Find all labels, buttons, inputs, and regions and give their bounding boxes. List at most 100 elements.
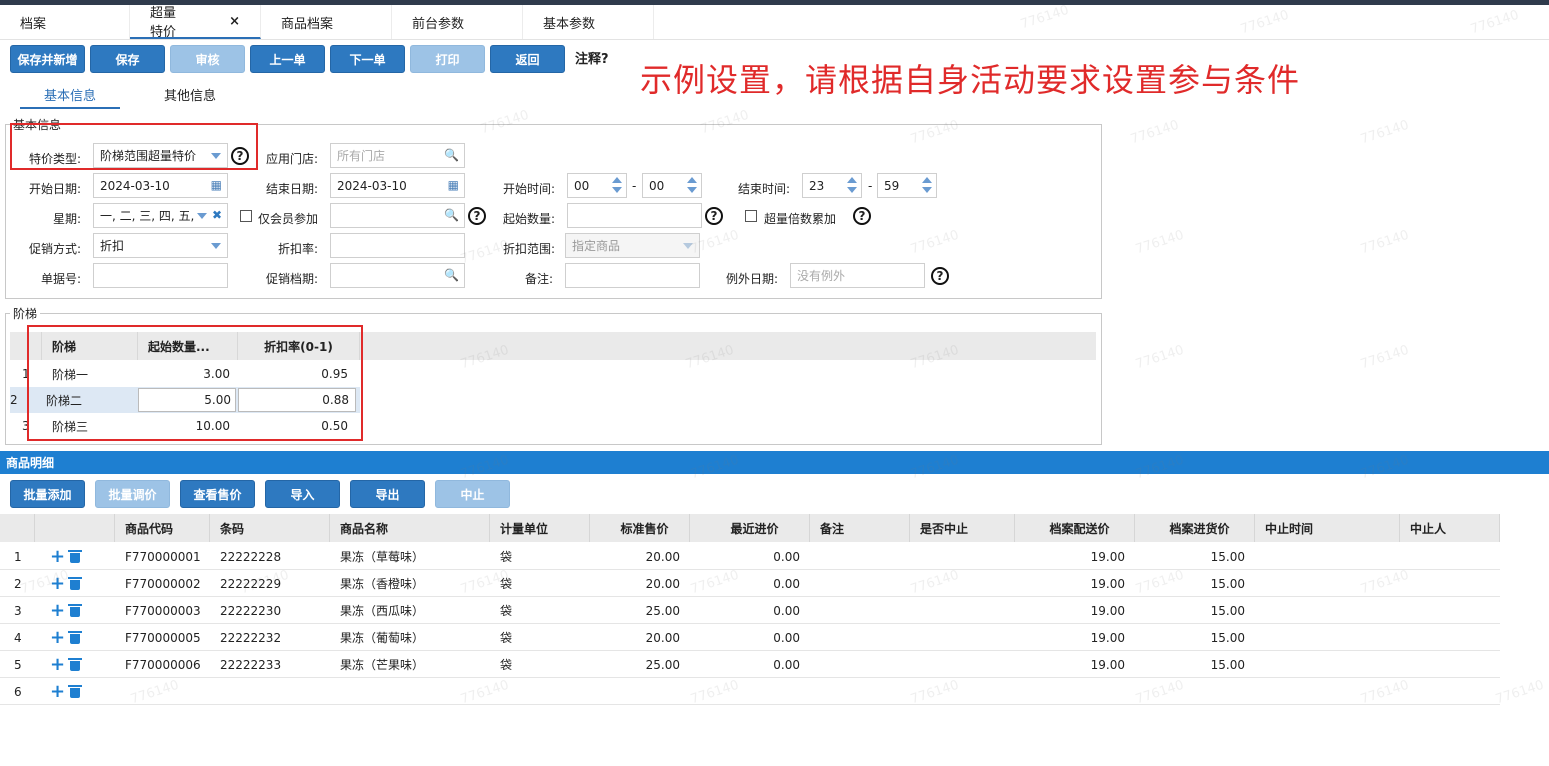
add-row-icon[interactable]: + <box>50 543 65 570</box>
calendar-icon[interactable]: ▦ <box>448 178 459 192</box>
goods-cell-buy[interactable]: 15.00 <box>1135 543 1245 570</box>
start-hour-stepper[interactable]: 00 <box>567 173 627 198</box>
discount-range-select[interactable]: 指定商品 <box>565 233 700 258</box>
goods-cell-code[interactable]: F770000003 <box>125 597 210 624</box>
add-row-icon[interactable]: + <box>50 651 65 678</box>
end-date-input[interactable]: 2024-03-10 ▦ <box>330 173 465 198</box>
store-input[interactable]: 所有门店 🔍 <box>330 143 465 168</box>
goods-cell-dist[interactable]: 19.00 <box>1015 543 1125 570</box>
goods-header-buy-price[interactable]: 档案进货价 <box>1135 514 1255 542</box>
goods-row[interactable]: 1 F770000001 22222228 果冻（草莓味） 袋 20.00 0.00 19.0… <box>0 543 1500 570</box>
delete-row-icon[interactable] <box>68 597 82 624</box>
subtab-other[interactable]: 其他信息 <box>150 85 230 109</box>
goods-cell-barcode[interactable]: 22222233 <box>220 651 320 678</box>
goods-header-last-price[interactable]: 最近进价 <box>690 514 810 542</box>
promo-period-input[interactable]: 🔍 <box>330 263 465 288</box>
add-row-icon[interactable]: + <box>50 624 65 651</box>
remark-input[interactable] <box>565 263 700 288</box>
goods-cell-buy[interactable]: 15.00 <box>1135 624 1245 651</box>
audit-button[interactable]: 审核 <box>170 45 245 73</box>
view-price-button[interactable]: 查看售价 <box>180 480 255 508</box>
multi-accumulate-checkbox[interactable] <box>745 210 757 222</box>
goods-row[interactable]: 2 F770000002 22222229 果冻（香橙味） 袋 20.00 0.00 19.0… <box>0 570 1500 597</box>
subtab-basic[interactable]: 基本信息 <box>20 85 120 109</box>
help-icon[interactable]: ? <box>705 207 723 225</box>
goods-cell-unit[interactable]: 袋 <box>500 597 580 624</box>
goods-cell-unit[interactable]: 袋 <box>500 651 580 678</box>
start-date-input[interactable]: 2024-03-10 ▦ <box>93 173 228 198</box>
export-button[interactable]: 导出 <box>350 480 425 508</box>
goods-cell-unit[interactable]: 袋 <box>500 624 580 651</box>
start-qty-input[interactable] <box>567 203 702 228</box>
promo-method-select[interactable]: 折扣 <box>93 233 228 258</box>
weekday-select[interactable]: 一, 二, 三, 四, 五, ✖ <box>93 203 228 228</box>
spinner-icon[interactable] <box>922 175 934 196</box>
goods-header-barcode[interactable]: 条码 <box>210 514 330 542</box>
goods-row[interactable]: 3 F770000003 22222230 果冻（西瓜味） 袋 25.00 0.00 19.0… <box>0 597 1500 624</box>
end-min-stepper[interactable]: 59 <box>877 173 937 198</box>
goods-cell-std[interactable]: 25.00 <box>590 651 680 678</box>
goods-cell-name[interactable]: 果冻（草莓味） <box>340 543 490 570</box>
tab-overqty-special[interactable]: 超量特价 × <box>130 5 261 40</box>
member-input[interactable]: 🔍 <box>330 203 465 228</box>
delete-row-icon[interactable] <box>68 624 82 651</box>
goods-cell-last[interactable]: 0.00 <box>690 651 800 678</box>
goods-row[interactable]: 5 F770000006 22222233 果冻（芒果味） 袋 25.00 0.00 19.0… <box>0 651 1500 678</box>
calendar-icon[interactable]: ▦ <box>211 178 222 192</box>
goods-cell-barcode[interactable]: 22222232 <box>220 624 320 651</box>
goods-cell-barcode[interactable]: 22222229 <box>220 570 320 597</box>
search-icon[interactable]: 🔍 <box>444 268 459 282</box>
delete-row-icon[interactable] <box>68 543 82 570</box>
start-min-stepper[interactable]: 00 <box>642 173 702 198</box>
goods-header-std-price[interactable]: 标准售价 <box>590 514 690 542</box>
stop-button[interactable]: 中止 <box>435 480 510 508</box>
goods-cell-buy[interactable]: 15.00 <box>1135 651 1245 678</box>
goods-cell-unit[interactable]: 袋 <box>500 543 580 570</box>
goods-cell-code[interactable]: F770000005 <box>125 624 210 651</box>
spinner-icon[interactable] <box>847 175 859 196</box>
goods-cell-last[interactable]: 0.00 <box>690 570 800 597</box>
tab-front-params[interactable]: 前台参数 <box>392 5 523 39</box>
goods-cell-name[interactable]: 果冻（葡萄味） <box>340 624 490 651</box>
goods-cell-dist[interactable]: 19.00 <box>1015 570 1125 597</box>
goods-header-code[interactable]: 商品代码 <box>115 514 210 542</box>
goods-cell-dist[interactable]: 19.00 <box>1015 597 1125 624</box>
goods-header-stop-time[interactable]: 中止时间 <box>1255 514 1400 542</box>
goods-cell-name[interactable]: 果冻（芒果味） <box>340 651 490 678</box>
goods-cell-std[interactable]: 25.00 <box>590 597 680 624</box>
goods-cell-name[interactable]: 果冻（香橙味） <box>340 570 490 597</box>
add-row-icon[interactable]: + <box>50 570 65 597</box>
add-row-icon[interactable]: + <box>50 678 65 705</box>
goods-cell-std[interactable]: 20.00 <box>590 570 680 597</box>
clear-icon[interactable]: ✖ <box>212 208 222 222</box>
goods-cell-std[interactable]: 20.00 <box>590 624 680 651</box>
batch-adjust-button[interactable]: 批量调价 <box>95 480 170 508</box>
import-button[interactable]: 导入 <box>265 480 340 508</box>
close-icon[interactable]: × <box>229 14 240 29</box>
goods-cell-buy[interactable]: 15.00 <box>1135 570 1245 597</box>
help-icon[interactable]: ? <box>468 207 486 225</box>
goods-header-dist-price[interactable]: 档案配送价 <box>1015 514 1135 542</box>
goods-header-stop-user[interactable]: 中止人 <box>1400 514 1500 542</box>
help-icon[interactable]: ? <box>853 207 871 225</box>
goods-cell-dist[interactable]: 19.00 <box>1015 624 1125 651</box>
delete-row-icon[interactable] <box>68 651 82 678</box>
delete-row-icon[interactable] <box>68 678 82 705</box>
goods-cell-code[interactable]: F770000001 <box>125 543 210 570</box>
back-button[interactable]: 返回 <box>490 45 565 73</box>
doc-no-input[interactable] <box>93 263 228 288</box>
goods-cell-last[interactable]: 0.00 <box>690 543 800 570</box>
add-row-icon[interactable]: + <box>50 597 65 624</box>
goods-cell-code[interactable]: F770000002 <box>125 570 210 597</box>
goods-cell-last[interactable]: 0.00 <box>690 624 800 651</box>
member-only-checkbox[interactable] <box>240 210 252 222</box>
goods-cell-name[interactable]: 果冻（西瓜味） <box>340 597 490 624</box>
goods-cell-dist[interactable]: 19.00 <box>1015 651 1125 678</box>
goods-cell-std[interactable]: 20.00 <box>590 543 680 570</box>
save-and-new-button[interactable]: 保存并新增 <box>10 45 85 73</box>
goods-cell-unit[interactable]: 袋 <box>500 570 580 597</box>
goods-header-name[interactable]: 商品名称 <box>330 514 490 542</box>
delete-row-icon[interactable] <box>68 570 82 597</box>
goods-cell-code[interactable]: F770000006 <box>125 651 210 678</box>
spinner-icon[interactable] <box>687 175 699 196</box>
